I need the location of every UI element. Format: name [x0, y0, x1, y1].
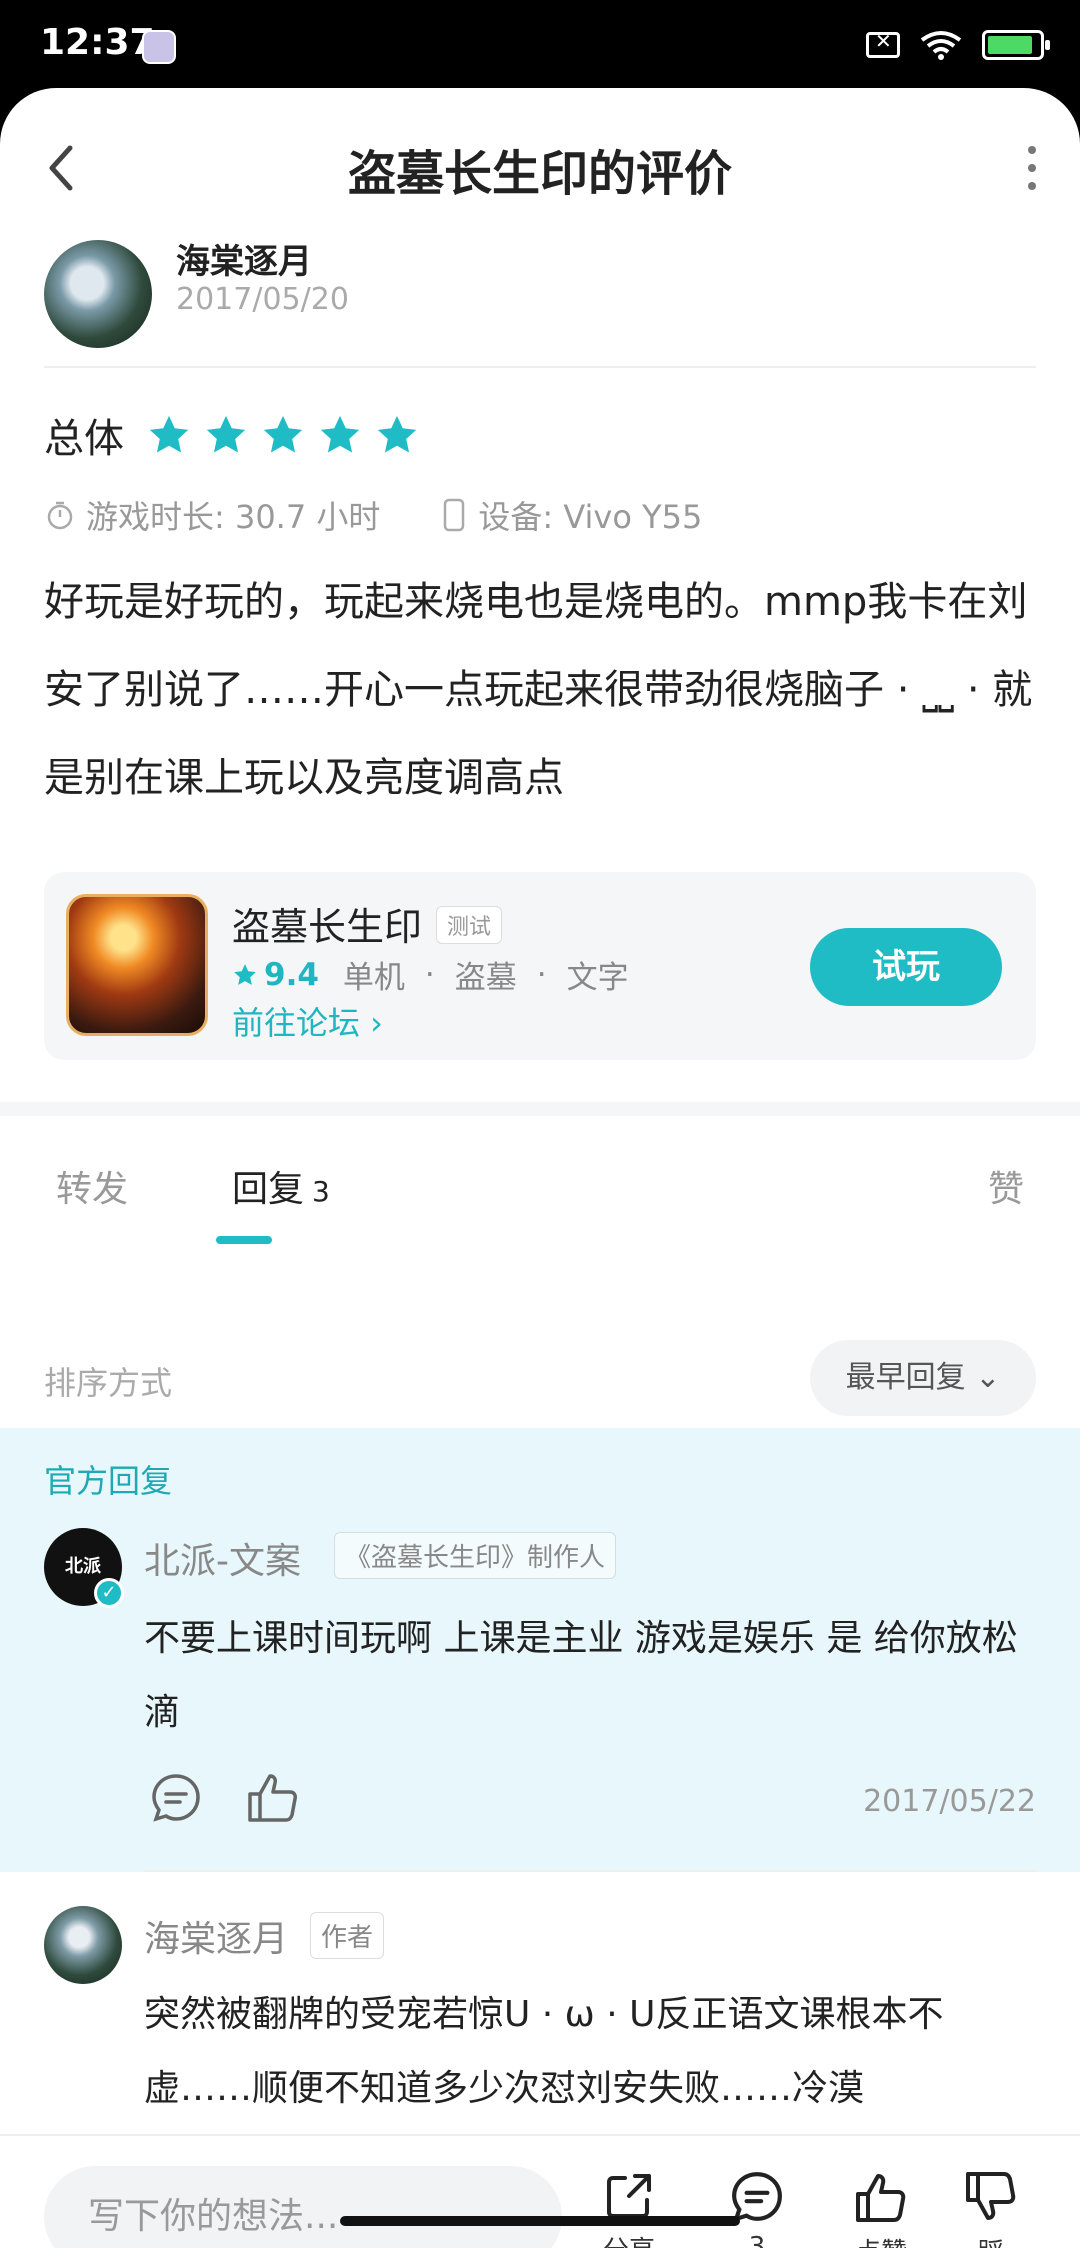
official-reply-date: 2017/05/22	[863, 1784, 1036, 1819]
timer-icon	[47, 501, 73, 530]
game-tag: 文字	[566, 960, 629, 996]
thumbs-down-icon	[966, 2172, 1016, 2220]
forum-link[interactable]: 前往论坛 ›	[232, 998, 383, 1044]
author-avatar[interactable]	[44, 240, 152, 348]
tab-label: 转发	[56, 1169, 129, 1210]
game-tag: 单机	[342, 960, 405, 996]
like-label: 点赞	[836, 2232, 926, 2248]
game-card[interactable]: 盗墓长生印 测试 9.4 单机 · 盗墓 · 文字 前往论坛 › 试玩	[44, 872, 1036, 1060]
overall-label: 总体	[44, 416, 124, 462]
sort-dropdown[interactable]: 最早回复 ⌄	[810, 1340, 1036, 1416]
developer-badge: 《盗墓长生印》制作人	[334, 1532, 617, 1579]
divider	[144, 1870, 1036, 1872]
sort-label: 排序方式	[44, 1364, 173, 1402]
page-title: 盗墓长生印的评价	[347, 146, 732, 202]
reply-avatar[interactable]	[44, 1906, 122, 1984]
status-time: 12:37	[40, 22, 155, 63]
comment-icon[interactable]	[150, 1772, 202, 1824]
tab-label: 赞	[987, 1169, 1024, 1210]
official-reply: 官方回复 北派 ✓ 北派-文案 《盗墓长生印》制作人 不要上课时间玩啊 上课是主…	[0, 1428, 1080, 1872]
share-icon	[607, 2174, 651, 2218]
comment-button[interactable]: 3	[712, 2170, 802, 2248]
app-notification-icon	[142, 30, 176, 64]
title-bar: 盗墓长生印的评价	[0, 88, 1080, 238]
overall-rating: 总体	[44, 406, 431, 464]
device: 设备: Vivo Y55	[478, 498, 703, 536]
dislike-label: 踩	[946, 2232, 1036, 2248]
official-reply-text: 不要上课时间玩啊 上课是主业 游戏是娱乐 是 给你放松滴	[144, 1618, 1018, 1733]
review-meta: 游戏时长: 30.7 小时 设备: Vivo Y55	[44, 492, 702, 538]
no-sim-icon	[866, 29, 900, 58]
tab-forward[interactable]: 转发	[56, 1160, 128, 1212]
comment-icon	[732, 2172, 782, 2222]
divider	[44, 366, 1036, 368]
official-reply-label: 官方回复	[44, 1462, 173, 1500]
reply-count: 3	[312, 1175, 330, 1208]
thumbs-up-icon	[856, 2174, 906, 2222]
star-icon	[377, 415, 417, 453]
more-options-icon[interactable]	[1024, 146, 1040, 190]
home-indicator[interactable]	[340, 2216, 740, 2226]
tabs: 转发 回复 3 赞	[0, 1116, 1080, 1246]
battery-icon	[982, 30, 1050, 60]
test-badge: 测试	[436, 906, 503, 944]
dislike-button[interactable]: 踩	[946, 2170, 1036, 2248]
share-button[interactable]: 分享	[584, 2170, 674, 2248]
tab-reply[interactable]: 回复 3	[232, 1160, 330, 1212]
game-tag: 盗墓	[454, 960, 517, 996]
reply-text: 突然被翻牌的受宠若惊U · ω · U反正语文课根本不虚……顺便不知道多少次怼刘…	[144, 1994, 944, 2109]
share-label: 分享	[584, 2230, 674, 2248]
author-name[interactable]: 海棠逐月	[176, 234, 312, 283]
wifi-icon	[920, 31, 962, 60]
star-icon	[234, 963, 256, 985]
star-icon	[149, 415, 189, 453]
status-bar: 12:37	[0, 0, 1080, 92]
review-detail-sheet: 盗墓长生印的评价 海棠逐月 2017/05/20 总体 游戏时长: 30.7 小…	[0, 88, 1080, 2248]
bottom-action-bar: 写下你的想法... 分享 3 点赞 踩	[0, 2134, 1080, 2248]
status-icons	[866, 29, 1050, 60]
star-icon	[263, 415, 303, 453]
star-icon	[206, 415, 246, 453]
playtime: 游戏时长: 30.7 小时	[86, 498, 381, 536]
like-button[interactable]: 点赞	[836, 2170, 926, 2248]
game-rating-row: 9.4 单机 · 盗墓 · 文字	[232, 952, 629, 997]
game-name: 盗墓长生印	[232, 905, 423, 949]
like-icon[interactable]	[246, 1770, 300, 1824]
reply-author-name[interactable]: 海棠逐月	[144, 1910, 288, 1962]
official-name[interactable]: 北派-文案	[144, 1532, 301, 1584]
active-tab-indicator	[216, 1236, 272, 1244]
try-button[interactable]: 试玩	[810, 928, 1002, 1006]
review-text: 好玩是好玩的，玩起来烧电也是烧电的。mmp我卡在刘安了别说了……开心一点玩起来很…	[44, 579, 1033, 801]
comment-count: 3	[748, 2232, 766, 2248]
star-icon	[320, 415, 360, 453]
phone-icon	[444, 498, 465, 532]
section-separator	[0, 1102, 1080, 1116]
comment-input[interactable]: 写下你的想法...	[44, 2166, 562, 2248]
review-date: 2017/05/20	[176, 282, 349, 317]
game-rating: 9.4	[264, 956, 319, 993]
game-icon[interactable]	[66, 894, 208, 1036]
tab-like[interactable]: 赞	[988, 1160, 1024, 1212]
verified-icon: ✓	[94, 1578, 124, 1608]
author-badge: 作者	[310, 1912, 385, 1959]
tab-label: 回复	[232, 1169, 305, 1210]
